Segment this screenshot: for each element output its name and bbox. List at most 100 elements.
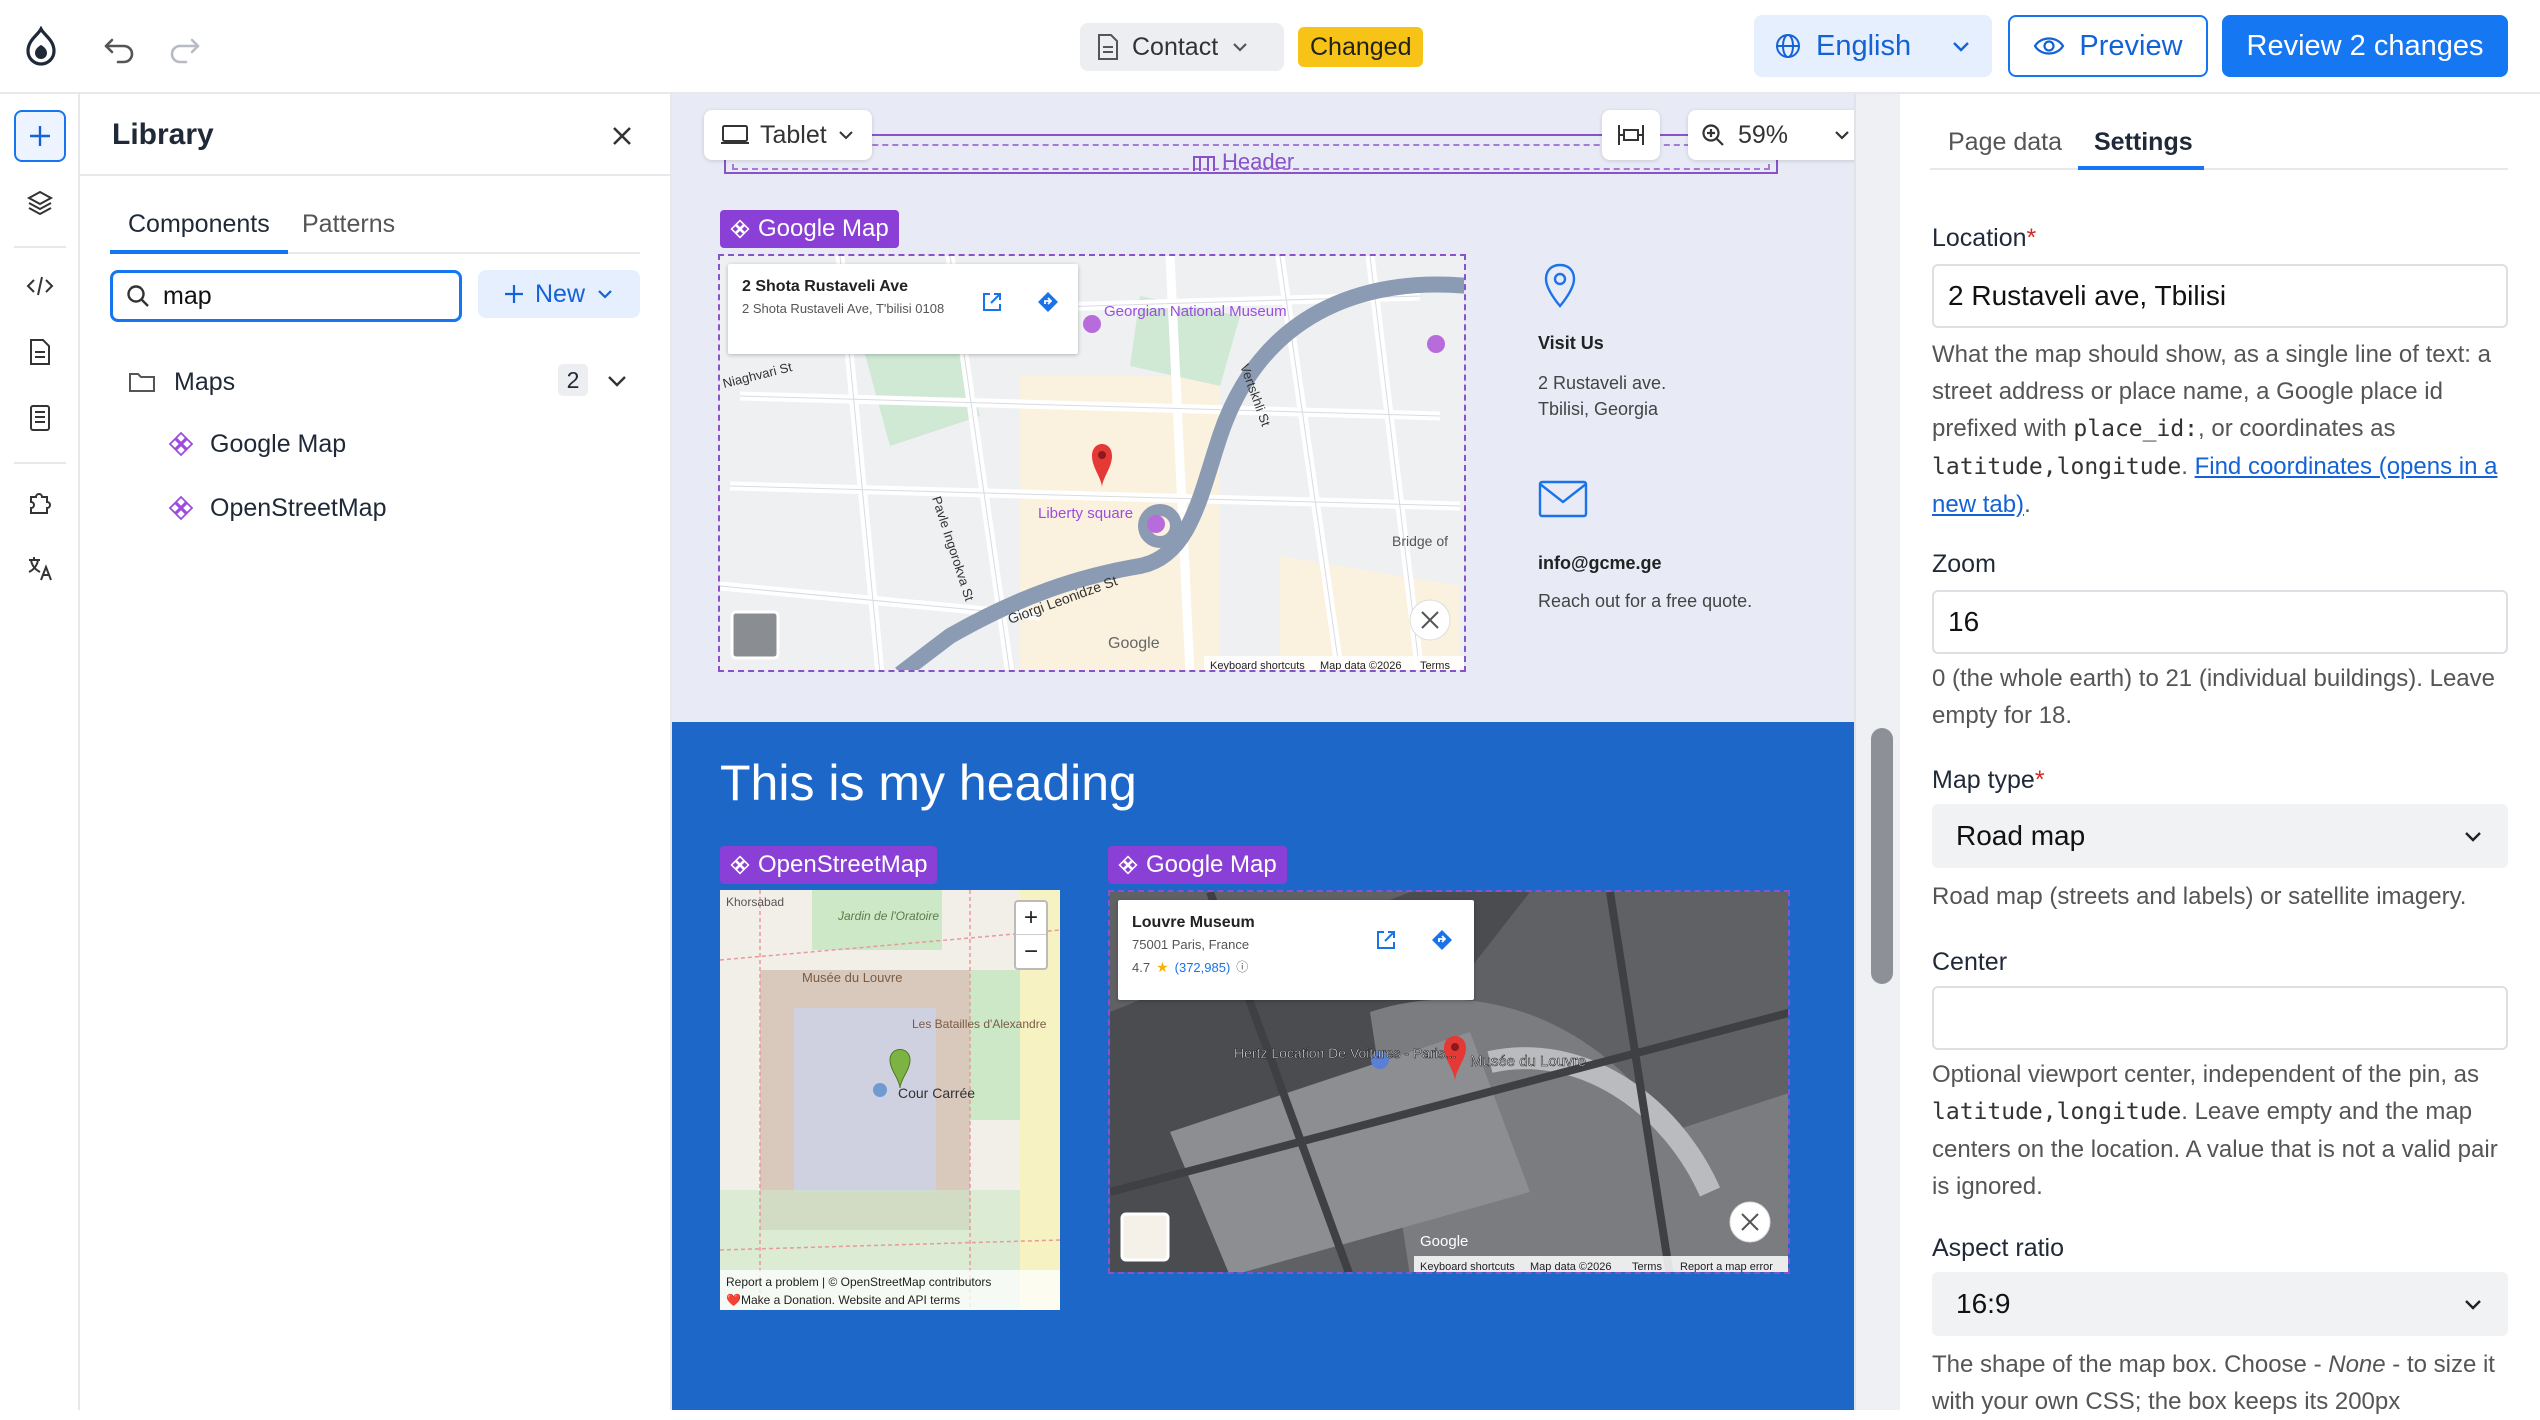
map-label: Bridge of: [1392, 533, 1448, 549]
zoom-level: 59%: [1738, 120, 1789, 149]
map-label: Google: [1108, 635, 1160, 652]
openstreetmap-louvre[interactable]: Cour Carrée Musée du Louvre Les Bataille…: [720, 890, 1060, 1310]
osm-donation[interactable]: ❤️Make a Donation. Website and API terms: [726, 1293, 960, 1307]
redo-icon[interactable]: [166, 30, 202, 66]
center-help: Optional viewport center, independent of…: [1932, 1061, 2498, 1200]
fit-width-button[interactable]: [1602, 110, 1660, 160]
folder-label: Maps: [174, 367, 236, 396]
aspect-ratio-select[interactable]: 16:9: [1932, 1272, 2508, 1336]
search-field[interactable]: [110, 270, 462, 322]
center-input[interactable]: [1932, 986, 2508, 1050]
chevron-down-icon: [1835, 131, 1849, 140]
undo-icon[interactable]: [102, 30, 138, 66]
map-label: Georgian National Museum: [1104, 303, 1287, 320]
map-label: Les Batailles d'Alexandre: [912, 1017, 1047, 1031]
map-label: Musée du Louvre: [802, 970, 902, 985]
folder-icon: [129, 373, 155, 392]
active-tab-indicator: [2078, 166, 2204, 170]
map-type-select[interactable]: Road map: [1932, 804, 2508, 868]
review-count-link[interactable]: (372,985): [1175, 959, 1231, 976]
library-item-openstreetmap[interactable]: OpenStreetMap: [168, 488, 387, 528]
map-place-card[interactable]: 2 Shota Rustaveli Ave 2 Shota Rustaveli …: [728, 264, 1078, 354]
place-address: 75001 Paris, France: [1132, 937, 1250, 952]
place-rating: 4.7 ★ (372,985) ⓘ: [1132, 959, 1460, 976]
preview-button[interactable]: Preview: [2008, 15, 2208, 77]
email-icon: [1538, 480, 1588, 518]
chevron-down-icon: [2465, 832, 2481, 842]
osm-attribution[interactable]: Report a problem | © OpenStreetMap contr…: [726, 1275, 991, 1289]
active-tab-indicator: [110, 250, 288, 254]
component-icon: [168, 495, 194, 521]
section-heading[interactable]: This is my heading: [720, 754, 1137, 812]
map-place-card[interactable]: Louvre Museum 75001 Paris, France 4.7 ★ …: [1118, 900, 1474, 1000]
library-item-label: Google Map: [210, 429, 347, 458]
library-item-label: OpenStreetMap: [210, 493, 387, 522]
google-map-louvre[interactable]: Musée du Louvre Hertz Location De Voitur…: [1108, 890, 1790, 1274]
translate-icon[interactable]: [14, 542, 66, 594]
tab-components[interactable]: Components: [128, 210, 270, 239]
canvas-scrollbar-thumb[interactable]: [1871, 728, 1893, 984]
star-icon: ★: [1156, 959, 1169, 975]
chevron-down-icon: [598, 290, 612, 299]
component-tag-google-map[interactable]: Google Map: [720, 210, 899, 248]
open-external-icon[interactable]: [980, 290, 1004, 314]
zoom-in-icon: [1702, 124, 1724, 146]
zoom-in-button[interactable]: +: [1016, 902, 1046, 935]
center-label: Center: [1932, 948, 2008, 976]
map-label: Report a map error: [1680, 1261, 1773, 1273]
google-map-tbilisi[interactable]: Georgian National Museum Liberty square …: [718, 254, 1466, 672]
add-icon[interactable]: [14, 110, 66, 162]
editor-canvas[interactable]: Header Tablet 59% Google Map Georgian Na…: [672, 94, 1854, 1410]
location-input[interactable]: 2 Rustaveli ave, Tbilisi: [1932, 264, 2508, 328]
open-external-icon[interactable]: [1374, 928, 1398, 952]
chevron-down-icon[interactable]: [604, 368, 630, 394]
map-type-label: Map type*: [1932, 766, 2045, 794]
left-rail: [0, 94, 80, 1410]
library-item-google-map[interactable]: Google Map: [168, 424, 346, 464]
zoom-input[interactable]: 16: [1932, 590, 2508, 654]
tab-patterns[interactable]: Patterns: [302, 210, 395, 239]
location-help: What the map should show, as a single li…: [1932, 341, 2498, 518]
tab-page-data[interactable]: Page data: [1948, 128, 2062, 157]
osm-map-image[interactable]: Cour Carrée Musée du Louvre Les Bataille…: [720, 890, 1060, 1310]
chevron-down-icon: [839, 131, 853, 140]
header-region-label: Header: [1192, 149, 1294, 175]
document-icon: [1098, 34, 1118, 60]
required-marker: *: [2026, 224, 2037, 252]
email-block: info@gcme.ge Reach out for a free quote.: [1538, 550, 1752, 614]
settings-panel: Page data Settings Location* 2 Rustaveli…: [1900, 94, 2540, 1415]
component-tag-openstreetmap[interactable]: OpenStreetMap: [720, 846, 938, 884]
map-label: Jardin de l'Oratoire: [837, 909, 939, 923]
map-label: Keyboard shortcuts: [1210, 660, 1305, 672]
code-icon[interactable]: [14, 260, 66, 312]
page-selector[interactable]: Contact: [1080, 23, 1284, 71]
component-icon: [730, 855, 750, 875]
tab-settings[interactable]: Settings: [2094, 128, 2193, 157]
new-component-button[interactable]: New: [478, 270, 640, 318]
review-changes-button[interactable]: Review 2 changes: [2222, 15, 2508, 77]
rating-value: 4.7: [1132, 960, 1151, 975]
device-selector[interactable]: Tablet: [704, 110, 872, 160]
zoom-out-button[interactable]: −: [1016, 935, 1046, 968]
close-icon[interactable]: [604, 118, 640, 154]
search-input[interactable]: [161, 280, 421, 312]
info-icon: ⓘ: [1236, 960, 1249, 974]
directions-icon[interactable]: [1036, 290, 1060, 314]
page-icon[interactable]: [14, 326, 66, 378]
address-line-2: Tbilisi, Georgia: [1538, 399, 1659, 419]
visit-us-title: Visit Us: [1538, 333, 1604, 353]
directions-icon[interactable]: [1430, 928, 1454, 952]
zoom-selector[interactable]: 59%: [1688, 110, 1854, 160]
drupal-logo-icon[interactable]: [20, 26, 62, 68]
template-icon[interactable]: [14, 392, 66, 444]
place-address: 2 Shota Rustaveli Ave, T'bilisi 0108: [742, 301, 945, 316]
extensions-icon[interactable]: [14, 476, 66, 528]
language-label: English: [1816, 29, 1912, 62]
language-selector[interactable]: English: [1754, 15, 1992, 77]
required-marker: *: [2034, 766, 2045, 794]
map-label: Map data ©2026: [1530, 1261, 1612, 1273]
component-tag-google-map[interactable]: Google Map: [1108, 846, 1287, 884]
library-panel: Library Components Patterns New Maps 2 G…: [80, 94, 672, 1410]
folder-count-badge: 2: [558, 364, 588, 396]
layers-icon[interactable]: [14, 176, 66, 228]
